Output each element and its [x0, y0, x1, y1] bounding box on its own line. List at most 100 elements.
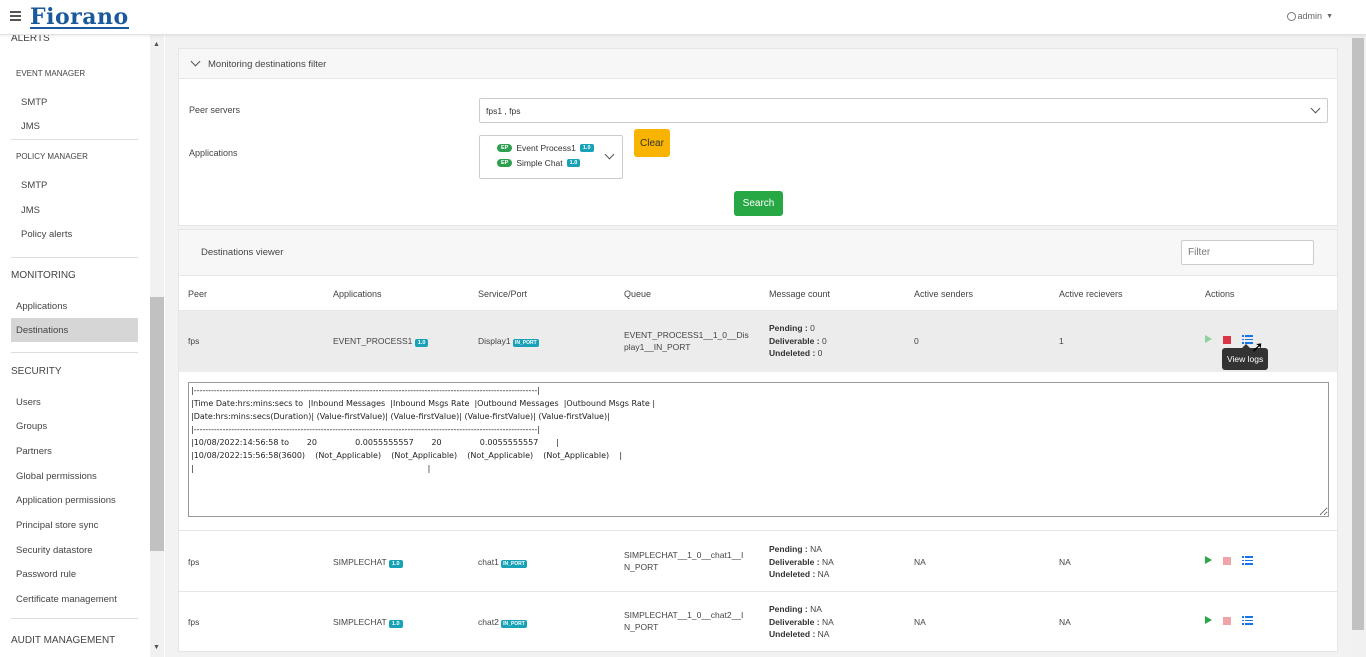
column-header-service-port: Service/Port [478, 289, 528, 299]
in-port-badge: IN_PORT [512, 339, 539, 347]
sidebar-subsection-policy-manager: POLICY MANAGER [16, 152, 88, 161]
start-icon[interactable] [1205, 556, 1212, 564]
app-name: Event Process1 [516, 143, 576, 153]
start-icon[interactable] [1205, 335, 1212, 343]
sidebar-item-principal-store-sync[interactable]: Principal store sync [16, 520, 98, 531]
logs-textarea[interactable]: |---------------------------------------… [188, 382, 1329, 517]
filter-panel-header[interactable]: Monitoring destinations filter [179, 49, 1337, 79]
sidebar-item-partners[interactable]: Partners [16, 446, 52, 457]
cell-message-count: Pending : NA Deliverable : NA Undeleted … [769, 604, 834, 639]
sidebar-section-alerts[interactable]: ALERTS [11, 35, 50, 44]
in-port-badge: IN_PORT [501, 560, 527, 568]
version-badge: 1.0 [388, 560, 403, 568]
version-badge: 1.0 [414, 339, 429, 347]
top-bar: Fiorano admin ▼ [0, 0, 1366, 35]
sidebar-subsection-event-manager: EVENT MANAGER [16, 69, 86, 78]
sidebar-item-application-permissions[interactable]: Application permissions [16, 495, 116, 506]
cell-active-senders: 0 [914, 336, 919, 346]
selected-app-chip: EP Simple Chat 1.0 [497, 158, 581, 168]
sidebar-section-security[interactable]: SECURITY [11, 366, 62, 377]
cell-application: EVENT_PROCESS1 1.0 [333, 336, 429, 347]
column-header-message-count: Message count [769, 289, 831, 299]
scroll-down-arrow-icon[interactable]: ▼ [153, 644, 160, 651]
table-row[interactable]: fps SIMPLECHAT 1.0 chat1 IN_PORT SIMPLEC… [179, 530, 1337, 591]
sidebar: ALERTS EVENT MANAGER SMTP JMS POLICY MAN… [0, 35, 150, 657]
start-icon[interactable] [1205, 616, 1212, 624]
view-logs-icon[interactable] [1242, 616, 1253, 626]
version-badge: 1.0 [388, 620, 403, 628]
sidebar-item-policy-smtp[interactable]: SMTP [21, 180, 47, 191]
cell-peer: fps [188, 557, 200, 567]
column-header-applications: Applications [333, 289, 382, 299]
stop-icon[interactable] [1223, 336, 1231, 344]
sidebar-item-password-rule[interactable]: Password rule [16, 569, 76, 580]
selected-app-chip: EP Event Process1 1.0 [497, 143, 594, 153]
version-badge: 1.0 [579, 144, 594, 152]
applications-select[interactable]: EP Event Process1 1.0 EP Simple Chat 1.0 [479, 135, 623, 179]
cell-queue: SIMPLECHAT__1_0__chat2__IN_PORT [624, 610, 744, 632]
ep-badge: EP [497, 144, 513, 152]
sidebar-item-policy-alerts[interactable]: Policy alerts [21, 229, 72, 240]
sidebar-item-groups[interactable]: Groups [16, 421, 47, 432]
in-port-badge: IN_PORT [501, 620, 527, 628]
collapse-chevron-icon[interactable] [190, 56, 201, 67]
cell-service-port: chat1 IN_PORT [478, 557, 527, 568]
cell-service-port: Display1 IN_PORT [478, 336, 539, 347]
destinations-viewer-panel: Destinations viewer Peer Applications Se… [178, 229, 1338, 652]
stop-icon[interactable] [1223, 557, 1231, 565]
scroll-up-arrow-icon[interactable]: ▲ [153, 41, 160, 48]
peer-servers-select[interactable]: fps1 , fps [479, 98, 1328, 123]
app-name: Simple Chat [516, 158, 563, 168]
cell-queue: EVENT_PROCESS1__1_0__Display1__IN_PORT [624, 330, 749, 352]
sidebar-item-global-permissions[interactable]: Global permissions [16, 471, 97, 482]
chevron-down-icon [604, 149, 615, 160]
cell-application: SIMPLECHAT 1.0 [333, 617, 403, 628]
sidebar-section-audit-management[interactable]: AUDIT MANAGEMENT [11, 635, 115, 646]
cell-active-receivers: NA [1059, 617, 1071, 627]
sidebar-item-destinations[interactable]: Destinations [16, 325, 68, 336]
cell-active-receivers: NA [1059, 557, 1071, 567]
caret-down-icon: ▼ [1326, 12, 1333, 20]
sidebar-section-monitoring[interactable]: MONITORING [11, 270, 76, 281]
user-menu[interactable]: admin ▼ [1286, 11, 1333, 21]
peer-servers-label: Peer servers [189, 105, 241, 115]
sidebar-scroll-thumb[interactable] [150, 297, 164, 551]
cell-service-port: chat2 IN_PORT [478, 617, 527, 628]
sidebar-item-event-smtp[interactable]: SMTP [21, 97, 47, 108]
filter-input[interactable] [1181, 240, 1314, 265]
sidebar-item-policy-jms[interactable]: JMS [21, 205, 40, 216]
version-badge: 1.0 [566, 159, 581, 167]
peer-servers-value: fps1 , fps [486, 106, 521, 116]
sidebar-divider [11, 352, 138, 353]
sidebar-item-event-jms[interactable]: JMS [21, 121, 40, 132]
hamburger-menu-icon[interactable] [10, 11, 21, 21]
sidebar-item-security-datastore[interactable]: Security datastore [16, 545, 93, 556]
sidebar-item-applications[interactable]: Applications [16, 301, 67, 312]
cell-active-receivers: 1 [1059, 336, 1064, 346]
viewer-header: Destinations viewer [179, 230, 1337, 276]
filter-panel-title: Monitoring destinations filter [208, 59, 327, 70]
mouse-cursor-icon: ➚ [1251, 339, 1264, 356]
search-button[interactable]: Search [734, 191, 783, 216]
sidebar-item-users[interactable]: Users [16, 397, 41, 408]
applications-label: Applications [189, 148, 238, 158]
sidebar-item-certificate-management[interactable]: Certificate management [16, 594, 117, 605]
table-row[interactable]: fps SIMPLECHAT 1.0 chat2 IN_PORT SIMPLEC… [179, 591, 1337, 652]
user-icon [1286, 11, 1296, 21]
cell-peer: fps [188, 617, 200, 627]
sidebar-divider [11, 618, 138, 619]
table-row[interactable]: fps EVENT_PROCESS1 1.0 Display1 IN_PORT … [179, 310, 1337, 372]
user-name: admin [1297, 11, 1323, 21]
view-logs-icon[interactable] [1242, 556, 1253, 566]
column-header-active-senders: Active senders [914, 289, 974, 299]
ep-badge: EP [497, 159, 513, 167]
clear-button[interactable]: Clear [634, 129, 670, 157]
fiorano-logo: Fiorano [30, 4, 129, 30]
cell-active-senders: NA [914, 557, 926, 567]
cell-active-senders: NA [914, 617, 926, 627]
cell-application: SIMPLECHAT 1.0 [333, 557, 403, 568]
main-scroll-thumb[interactable] [1352, 38, 1364, 630]
sidebar-divider [11, 139, 138, 140]
cell-peer: fps [188, 336, 200, 346]
stop-icon[interactable] [1223, 617, 1231, 625]
